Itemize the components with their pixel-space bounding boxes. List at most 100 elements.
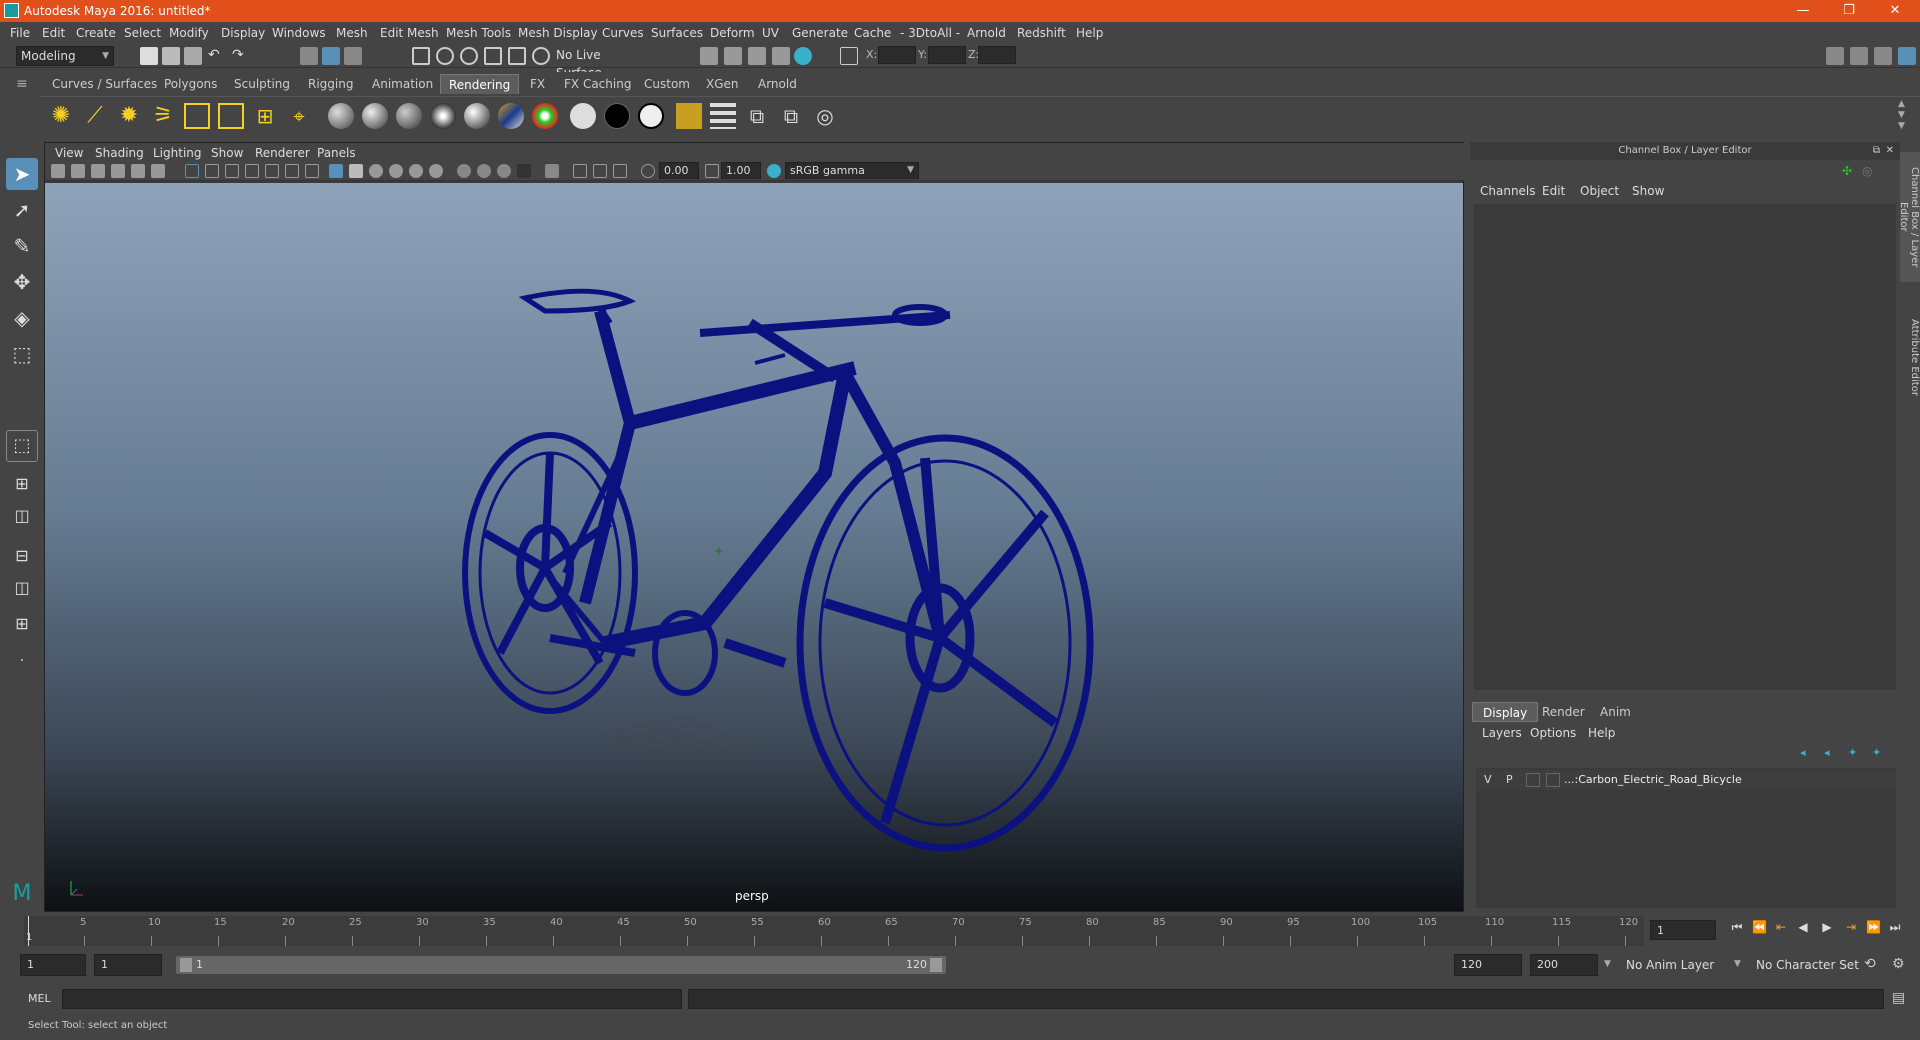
channel-box-icon[interactable]: ◎ — [1862, 164, 1872, 178]
live-surface-field[interactable]: No Live Surface — [552, 46, 648, 80]
field-chart-icon[interactable] — [265, 164, 279, 178]
use-background-shader-icon[interactable] — [604, 103, 630, 129]
move-layer-down-icon[interactable]: ◂ — [1824, 746, 1830, 759]
menu-help[interactable]: Help — [1076, 26, 1103, 40]
y-input[interactable] — [928, 46, 966, 64]
new-empty-layer-icon[interactable]: ✦ — [1848, 746, 1857, 759]
move-layer-up-icon[interactable]: ◂ — [1800, 746, 1806, 759]
shelf-tab-fx[interactable]: FX — [522, 74, 553, 94]
shelf-tab-rendering[interactable]: Rendering — [440, 74, 520, 94]
manipulator-icon[interactable]: ✣ — [1842, 164, 1852, 178]
playback-end-field[interactable]: 120 — [1454, 954, 1522, 976]
grid-toggle-icon[interactable] — [185, 164, 199, 178]
wireframe-on-shaded-icon[interactable] — [369, 164, 383, 178]
hypershade-layout-icon[interactable]: ⊞ — [6, 610, 38, 638]
menu-modify[interactable]: Modify — [169, 26, 209, 40]
view-transform-dropdown[interactable]: sRGB gamma ▼ — [785, 162, 919, 179]
perspective-viewport-canvas[interactable]: persp — [45, 183, 1463, 911]
bicycle-wireframe-model[interactable] — [45, 183, 1463, 911]
screen-space-ao-icon[interactable] — [457, 164, 471, 178]
grease-pencil-icon[interactable] — [151, 164, 165, 178]
layer-playback-toggle[interactable]: P — [1506, 773, 1513, 786]
menu-3dtoall[interactable]: - 3DtoAll - — [900, 26, 960, 40]
script-editor-icon[interactable]: ▤ — [1892, 990, 1905, 1006]
auto-key-icon[interactable]: ⟲ — [1864, 956, 1876, 972]
menu-display[interactable]: Display — [221, 26, 265, 40]
side-tab-channel-box[interactable]: Channel Box / Layer Editor — [1898, 152, 1920, 282]
tool-settings-icon[interactable] — [1874, 47, 1892, 65]
film-gate-icon[interactable] — [205, 164, 219, 178]
side-tab-attribute-editor[interactable]: Attribute Editor — [1900, 312, 1920, 402]
render-view-icon[interactable] — [700, 47, 718, 65]
layer-row[interactable]: V P ...:Carbon_Electric_Road_Bicycle — [1476, 770, 1896, 790]
float-panel-icon[interactable]: ⧉ — [1873, 142, 1880, 160]
layer-tab-render[interactable]: Render — [1532, 702, 1595, 722]
volume-light-icon[interactable] — [218, 103, 244, 129]
shelf-tab-custom[interactable]: Custom — [636, 74, 698, 94]
menu-mesh-tools[interactable]: Mesh Tools — [446, 26, 511, 40]
mode-selector[interactable]: Modeling ▼ — [16, 46, 114, 66]
layers-menu[interactable]: Layers — [1482, 726, 1522, 740]
point-light-icon[interactable]: ✹ — [116, 103, 142, 129]
safe-title-icon[interactable] — [305, 164, 319, 178]
paint-select-tool-icon[interactable]: ✎ — [6, 230, 38, 262]
safe-action-icon[interactable] — [285, 164, 299, 178]
layer-visibility-toggle[interactable]: V — [1484, 773, 1492, 786]
menu-curves[interactable]: Curves — [602, 26, 644, 40]
range-end-handle[interactable] — [930, 958, 942, 972]
step-forward-frame-icon[interactable]: ⏩ — [1866, 920, 1881, 934]
select-camera-icon[interactable] — [51, 164, 65, 178]
2d-pan-zoom-icon[interactable] — [131, 164, 145, 178]
textured-icon[interactable] — [389, 164, 403, 178]
image-plane-icon[interactable] — [111, 164, 125, 178]
menu-create[interactable]: Create — [76, 26, 116, 40]
new-layer-selected-icon[interactable]: ✦ — [1872, 746, 1881, 759]
isolate-select-icon[interactable] — [545, 164, 559, 178]
xray-joints-icon[interactable] — [613, 164, 627, 178]
smooth-shade-icon[interactable] — [349, 164, 363, 178]
shadows-icon[interactable] — [429, 164, 443, 178]
vp-menu-lighting[interactable]: Lighting — [153, 146, 202, 160]
command-input[interactable] — [62, 989, 682, 1009]
channel-box-area[interactable] — [1474, 204, 1896, 690]
start-time-field[interactable]: 1 — [20, 954, 86, 976]
depth-of-field-icon[interactable] — [517, 164, 531, 178]
batch-render-icon[interactable] — [710, 103, 736, 129]
shelf-scroll-icon[interactable]: ▲ ▼ ▼ — [1898, 99, 1905, 132]
menu-edit-mesh[interactable]: Edit Mesh — [380, 26, 439, 40]
channel-object-menu[interactable]: Object — [1580, 184, 1619, 198]
menu-mesh-display[interactable]: Mesh Display — [518, 26, 598, 40]
go-to-end-icon[interactable]: ⏭ — [1888, 920, 1902, 934]
save-scene-icon[interactable] — [184, 47, 202, 65]
render-settings-icon[interactable] — [772, 47, 790, 65]
close-button[interactable]: ✕ — [1872, 0, 1918, 22]
outliner-layout-icon[interactable]: ◫ — [6, 574, 38, 602]
snap-view-plane-icon[interactable] — [484, 47, 502, 65]
shelf-menu-icon[interactable]: ≡ — [16, 76, 28, 92]
play-forwards-icon[interactable]: ▶ — [1820, 920, 1834, 934]
move-tool-icon[interactable]: ✥ — [6, 266, 38, 298]
anti-aliasing-icon[interactable] — [497, 164, 511, 178]
ambient-light-icon[interactable]: ✺ — [48, 103, 74, 129]
lasso-tool-icon[interactable]: ➚ — [6, 194, 38, 226]
channel-box-toggle-icon[interactable] — [1898, 47, 1916, 65]
anisotropic-shader-icon[interactable] — [464, 103, 490, 129]
area-light-icon[interactable] — [184, 103, 210, 129]
range-start-handle[interactable] — [180, 958, 192, 972]
shelf-tab-rigging[interactable]: Rigging — [300, 74, 361, 94]
layer-help-menu[interactable]: Help — [1588, 726, 1615, 740]
rotate-tool-icon[interactable]: ◈ — [6, 302, 38, 334]
channels-menu[interactable]: Channels — [1480, 184, 1536, 198]
layer-options-menu[interactable]: Options — [1530, 726, 1576, 740]
shelf-tab-polygons[interactable]: Polygons — [156, 74, 225, 94]
menu-mesh[interactable]: Mesh — [336, 26, 368, 40]
attribute-editor-toggle-icon[interactable] — [1850, 47, 1868, 65]
modeling-toolkit-icon[interactable] — [1826, 47, 1844, 65]
resolution-gate-icon[interactable] — [225, 164, 239, 178]
current-time-marker[interactable] — [28, 916, 29, 946]
persp-graph-layout-icon[interactable]: ⊟ — [6, 542, 38, 570]
menu-select[interactable]: Select — [124, 26, 161, 40]
anim-layer-dropdown[interactable]: No Anim Layer — [1622, 956, 1740, 976]
close-panel-icon[interactable]: ✕ — [1886, 142, 1894, 160]
vp-menu-show[interactable]: Show — [211, 146, 243, 160]
